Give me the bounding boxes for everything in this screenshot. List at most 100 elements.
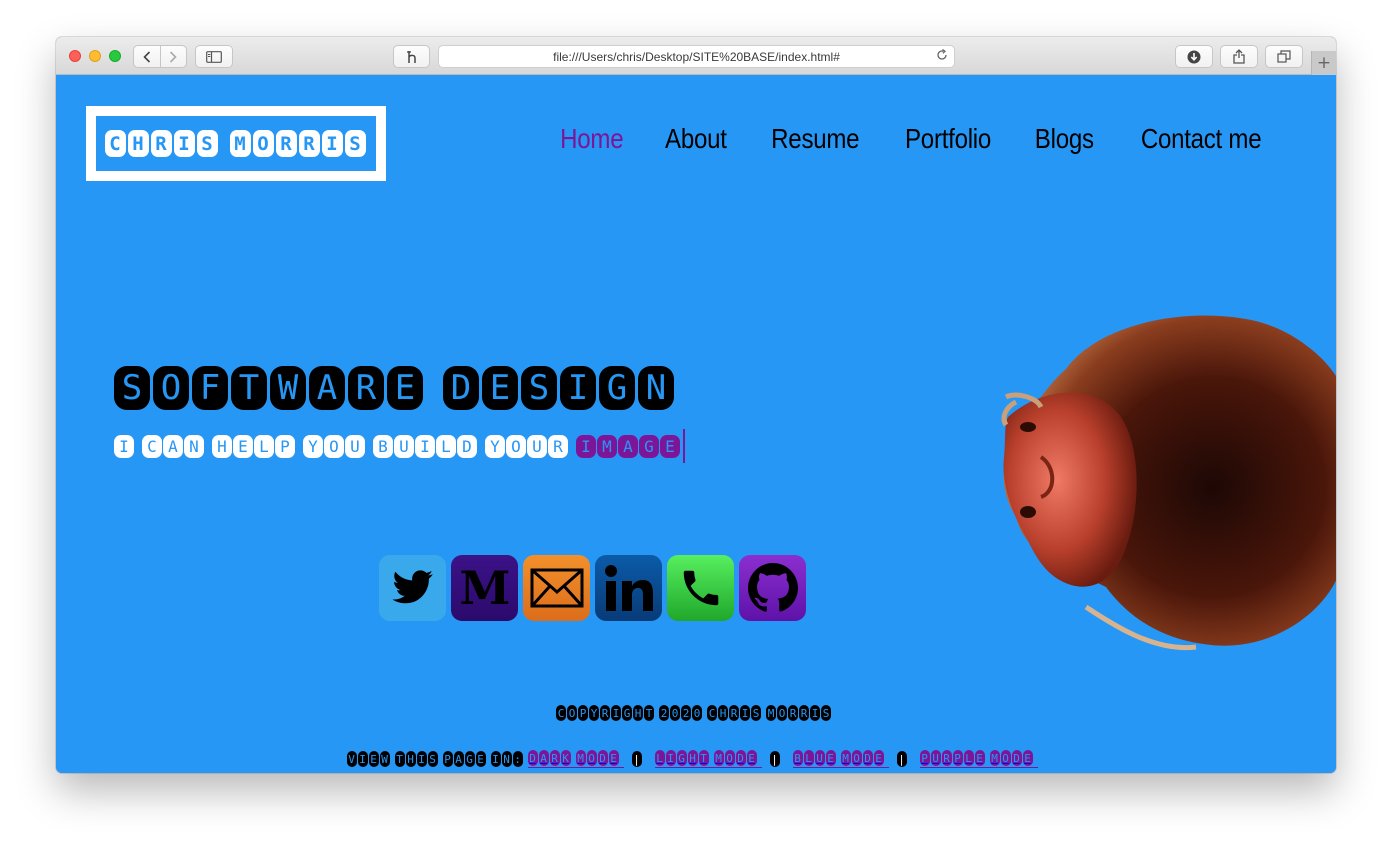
tile-word: | (631, 751, 643, 767)
letter-tile: G (464, 751, 475, 767)
back-icon[interactable] (134, 46, 160, 67)
letter-tile: S (821, 705, 831, 721)
letter-tile: R (941, 750, 952, 766)
webpage: CHRISMORRIS Home About Resume Portfolio … (56, 75, 1336, 773)
linkedin-icon[interactable] (595, 555, 662, 621)
letter-tile: G (622, 705, 632, 721)
letter-tile: 2 (681, 705, 691, 721)
purple-mode-link[interactable]: PURPLEMODE (919, 750, 1038, 768)
share-icon[interactable] (1220, 45, 1258, 68)
letter-tile: D (597, 750, 608, 766)
letter-tile: U (394, 434, 414, 458)
minimize-window-button[interactable] (89, 50, 101, 62)
close-window-button[interactable] (69, 50, 81, 62)
letter-tile: D (443, 366, 479, 410)
plus-icon[interactable]: + (1311, 51, 1336, 75)
phone-icon[interactable] (667, 555, 734, 621)
letter-tile: O (324, 434, 344, 458)
letter-tile: P (578, 705, 588, 721)
svg-text:M: M (460, 566, 510, 610)
letter-tile: 2 (659, 705, 669, 721)
tile-word: BUILD (373, 434, 478, 458)
letter-tile: C (104, 130, 126, 157)
letter-tile: E (873, 750, 884, 766)
letter-tile: Y (303, 434, 323, 458)
blue-mode-link[interactable]: BLUEMODE (792, 750, 889, 768)
light-mode-link[interactable]: LIGHTMODE (654, 750, 762, 768)
tile-word: | (896, 751, 908, 767)
nav-resume[interactable]: Resume (771, 123, 859, 155)
main-nav: Home About Resume Portfolio Blogs Contac… (555, 123, 1271, 155)
letter-tile: R (298, 130, 320, 157)
github-icon[interactable] (739, 555, 806, 621)
letter-tile: I (416, 751, 427, 767)
nav-home[interactable]: Home (560, 123, 623, 155)
letter-tile: B (792, 750, 803, 766)
letter-tile: I (415, 434, 435, 458)
letter-tile: D (457, 434, 477, 458)
letter-tile: N (501, 751, 512, 767)
nav-contact[interactable]: Contact me (1141, 123, 1262, 155)
tile-word: I (114, 434, 135, 458)
letter-tile: O (506, 434, 526, 458)
letter-tile: H (127, 130, 149, 157)
tile-word: THIS (394, 751, 439, 767)
typing-cursor (683, 429, 685, 463)
sidebar-icon[interactable] (195, 45, 233, 68)
separator: | (631, 751, 647, 767)
download-icon[interactable] (1175, 45, 1213, 68)
letter-tile: P (919, 750, 930, 766)
nav-about[interactable]: About (665, 123, 727, 155)
letter-tile: V (346, 751, 357, 767)
letter-tile: I (576, 434, 596, 458)
reader-icon[interactable] (393, 45, 430, 68)
letter-tile: C (142, 434, 162, 458)
letter-tile: M (575, 750, 586, 766)
letter-tile: L (654, 750, 665, 766)
letter-tile: N (638, 366, 674, 410)
letter-tile: T (644, 705, 654, 721)
zoom-window-button[interactable] (109, 50, 121, 62)
site-logo[interactable]: CHRISMORRIS (86, 106, 386, 181)
tile-word: CHRIS (104, 130, 220, 157)
letter-tile: E (387, 366, 423, 410)
nav-portfolio[interactable]: Portfolio (905, 123, 991, 155)
hero-headline: SOFTWAREDESIGN (114, 366, 684, 410)
view-prefix: VIEWTHISPAGEIN: (346, 751, 528, 767)
email-icon[interactable] (523, 555, 590, 621)
tile-word: LIGHT (654, 750, 710, 766)
tile-word: IMAGE (576, 434, 681, 458)
letter-tile: G (639, 434, 659, 458)
letter-tile: I (357, 751, 368, 767)
medium-icon[interactable]: M (451, 555, 518, 621)
letter-tile: O (586, 750, 597, 766)
letter-tile: U (814, 750, 825, 766)
address-bar[interactable]: file:///Users/chris/Desktop/SITE%20BASE/… (438, 45, 955, 68)
forward-icon[interactable] (159, 46, 187, 67)
letter-tile: E (1022, 750, 1033, 766)
letter-tile: S (427, 751, 438, 767)
letter-tile: P (442, 751, 453, 767)
copyright-text: COPYRIGHT2020CHRISMORRIS (56, 705, 1336, 721)
tile-word: SOFTWARE (114, 366, 426, 410)
nav-blogs[interactable]: Blogs (1035, 123, 1094, 155)
tile-word: MODE (840, 750, 885, 766)
tile-word: COPYRIGHT (556, 705, 655, 721)
reload-icon[interactable] (936, 48, 948, 64)
letter-tile: T (698, 750, 709, 766)
twitter-icon[interactable] (379, 555, 446, 621)
letter-tile: E (368, 751, 379, 767)
tabs-icon[interactable] (1265, 45, 1303, 68)
letter-tile: M (713, 750, 724, 766)
letter-tile: B (373, 434, 393, 458)
dark-mode-link[interactable]: DARKMODE (527, 750, 624, 768)
history-nav (133, 45, 187, 68)
subline-text: ICANHELPYOUBUILDYOUR (114, 434, 576, 458)
letter-tile: | (631, 751, 642, 767)
tile-word: MODE (575, 750, 620, 766)
letter-tile: E (482, 366, 518, 410)
letter-tile: R (729, 705, 739, 721)
letter-tile: A (163, 434, 183, 458)
letter-tile: O (851, 750, 862, 766)
letter-tile: Y (485, 434, 505, 458)
